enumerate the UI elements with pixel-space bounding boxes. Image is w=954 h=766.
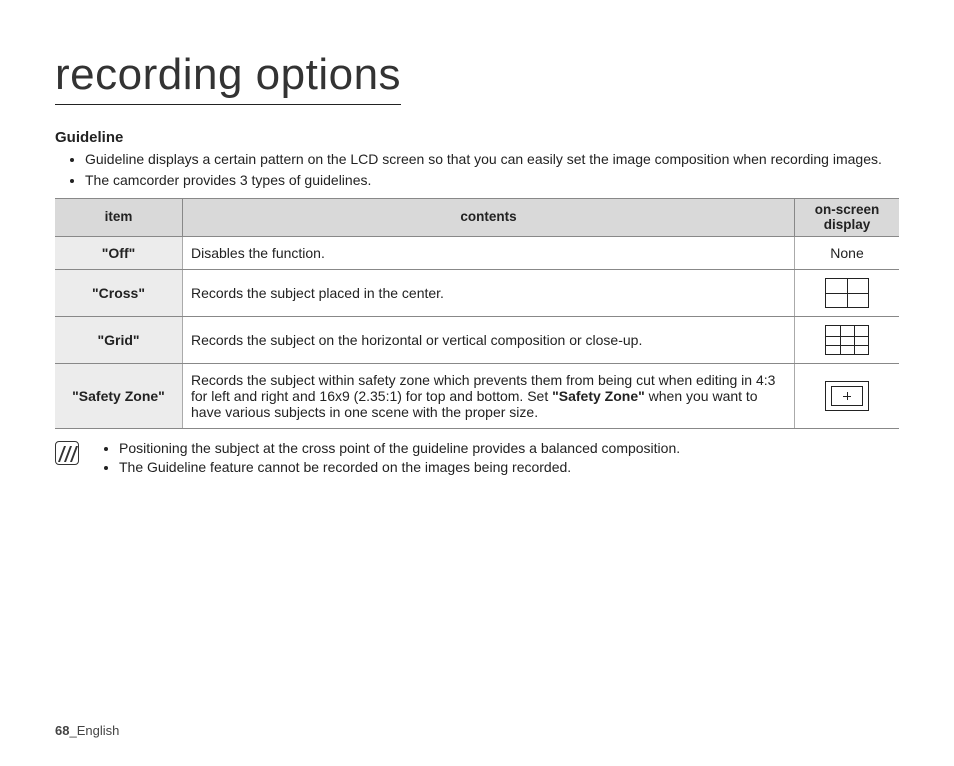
- cross-icon: [825, 278, 869, 308]
- cell-contents: Disables the function.: [183, 237, 795, 270]
- cell-osd: [795, 364, 900, 429]
- cell-contents: Records the subject placed in the center…: [183, 270, 795, 317]
- cell-text-bold: "Safety Zone": [552, 388, 645, 404]
- intro-list: Guideline displays a certain pattern on …: [55, 150, 899, 190]
- table-row: "Off" Disables the function. None: [55, 237, 899, 270]
- intro-item: The camcorder provides 3 types of guidel…: [85, 171, 899, 190]
- cell-item: "Off": [55, 237, 183, 270]
- table-row: "Safety Zone" Records the subject within…: [55, 364, 899, 429]
- table-row: "Cross" Records the subject placed in th…: [55, 270, 899, 317]
- cell-item: "Cross": [55, 270, 183, 317]
- page-number: 68_English: [55, 723, 119, 738]
- note-icon: [55, 441, 79, 465]
- page-number-value: 68: [55, 723, 69, 738]
- cell-item: "Grid": [55, 317, 183, 364]
- col-header-osd: on-screen display: [795, 198, 900, 237]
- cell-item: "Safety Zone": [55, 364, 183, 429]
- note-block: Positioning the subject at the cross poi…: [55, 439, 899, 477]
- cell-contents: Records the subject within safety zone w…: [183, 364, 795, 429]
- intro-item: Guideline displays a certain pattern on …: [85, 150, 899, 169]
- grid-icon: [825, 325, 869, 355]
- safety-zone-icon: [825, 381, 869, 411]
- table-row: "Grid" Records the subject on the horizo…: [55, 317, 899, 364]
- col-header-contents: contents: [183, 198, 795, 237]
- note-item: The Guideline feature cannot be recorded…: [119, 458, 680, 477]
- notes-list: Positioning the subject at the cross poi…: [91, 439, 680, 477]
- note-item: Positioning the subject at the cross poi…: [119, 439, 680, 458]
- page-title: recording options: [55, 50, 401, 105]
- section-heading-guideline: Guideline: [55, 129, 899, 146]
- page-lang: _English: [69, 723, 119, 738]
- cell-osd: [795, 317, 900, 364]
- cell-osd: [795, 270, 900, 317]
- guideline-table: item contents on-screen display "Off" Di…: [55, 198, 899, 430]
- cell-contents: Records the subject on the horizontal or…: [183, 317, 795, 364]
- col-header-item: item: [55, 198, 183, 237]
- cell-osd: None: [795, 237, 900, 270]
